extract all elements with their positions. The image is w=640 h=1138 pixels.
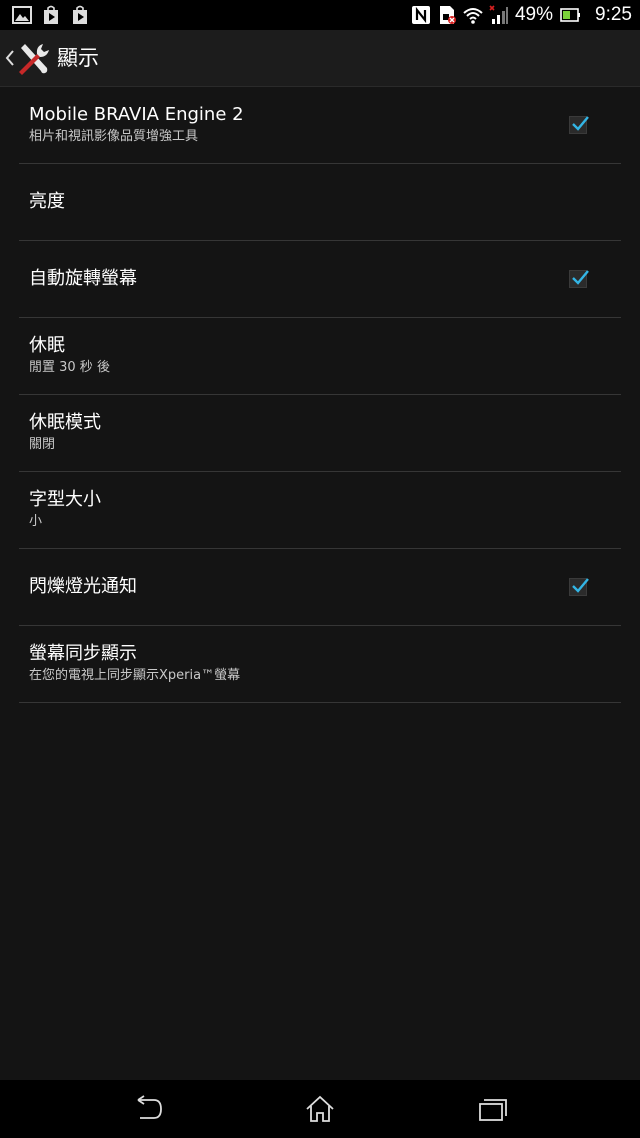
back-icon[interactable] <box>132 1094 164 1124</box>
checkmark-icon <box>572 578 589 593</box>
setting-text: 休眠模式 關閉 <box>29 395 101 471</box>
status-bar: 49% 9:25 <box>0 0 640 30</box>
setting-pulse-notification-light[interactable]: 閃爍燈光通知 <box>19 549 621 626</box>
setting-title: 休眠模式 <box>29 412 101 433</box>
action-bar: 顯示 <box>0 30 640 87</box>
wifi-icon <box>463 8 483 24</box>
screen: 49% 9:25 顯示 Mobile BRAVIA Engine 2 相片和視訊… <box>0 0 640 1138</box>
setting-title: Mobile BRAVIA Engine 2 <box>29 104 244 125</box>
setting-sleep[interactable]: 休眠 閒置 30 秒 後 <box>19 318 621 395</box>
status-clock: 9:25 <box>595 4 632 25</box>
checkmark-icon <box>572 116 589 131</box>
setting-title: 休眠 <box>29 335 65 356</box>
setting-text: 字型大小 小 <box>29 472 101 548</box>
play-store-icon <box>73 5 87 24</box>
system-icons: 49% 9:25 <box>411 0 632 30</box>
setting-auto-rotate[interactable]: 自動旋轉螢幕 <box>19 241 621 318</box>
setting-brightness[interactable]: 亮度 <box>19 164 621 241</box>
setting-title: 亮度 <box>29 191 65 212</box>
setting-screen-mirroring[interactable]: 螢幕同步顯示 在您的電視上同步顯示Xperia™螢幕 <box>19 626 621 703</box>
checkmark-icon <box>572 270 589 285</box>
tools-icon[interactable] <box>17 42 51 76</box>
nfc-icon <box>411 6 430 24</box>
auto-rotate-checkbox[interactable] <box>569 270 589 288</box>
up-caret-icon[interactable] <box>4 48 16 68</box>
setting-text: Mobile BRAVIA Engine 2 相片和視訊影像品質增強工具 <box>29 87 244 163</box>
setting-title: 字型大小 <box>29 489 101 510</box>
sim-alert-icon <box>439 6 456 24</box>
setting-text: 自動旋轉螢幕 <box>29 241 137 317</box>
setting-text: 閃爍燈光通知 <box>29 549 137 625</box>
setting-summary: 在您的電視上同步顯示Xperia™螢幕 <box>29 668 241 683</box>
setting-mobile-bravia-engine[interactable]: Mobile BRAVIA Engine 2 相片和視訊影像品質增強工具 <box>19 87 621 164</box>
gallery-icon <box>12 6 32 24</box>
bravia-checkbox[interactable] <box>569 116 589 134</box>
home-icon[interactable] <box>304 1094 336 1124</box>
setting-summary: 小 <box>29 514 43 529</box>
setting-text: 休眠 閒置 30 秒 後 <box>29 318 110 394</box>
setting-title: 螢幕同步顯示 <box>29 643 137 664</box>
play-store-icon <box>44 5 58 24</box>
navigation-bar <box>0 1080 640 1138</box>
notification-light-checkbox[interactable] <box>569 578 589 596</box>
settings-list: Mobile BRAVIA Engine 2 相片和視訊影像品質增強工具 亮度 … <box>0 87 640 703</box>
battery-icon <box>560 8 581 22</box>
battery-percent: 49% <box>514 4 554 25</box>
signal-icon <box>489 5 508 24</box>
setting-title: 閃爍燈光通知 <box>29 576 137 597</box>
page-title: 顯示 <box>57 46 99 70</box>
setting-text: 螢幕同步顯示 在您的電視上同步顯示Xperia™螢幕 <box>29 626 240 702</box>
setting-summary: 閒置 30 秒 後 <box>29 360 110 375</box>
notification-icons <box>12 5 90 25</box>
recent-apps-icon[interactable] <box>476 1094 508 1124</box>
setting-summary: 關閉 <box>29 437 56 452</box>
setting-font-size[interactable]: 字型大小 小 <box>19 472 621 549</box>
setting-daydream[interactable]: 休眠模式 關閉 <box>19 395 621 472</box>
setting-summary: 相片和視訊影像品質增強工具 <box>29 129 199 144</box>
setting-text: 亮度 <box>29 164 65 240</box>
setting-title: 自動旋轉螢幕 <box>29 268 137 289</box>
